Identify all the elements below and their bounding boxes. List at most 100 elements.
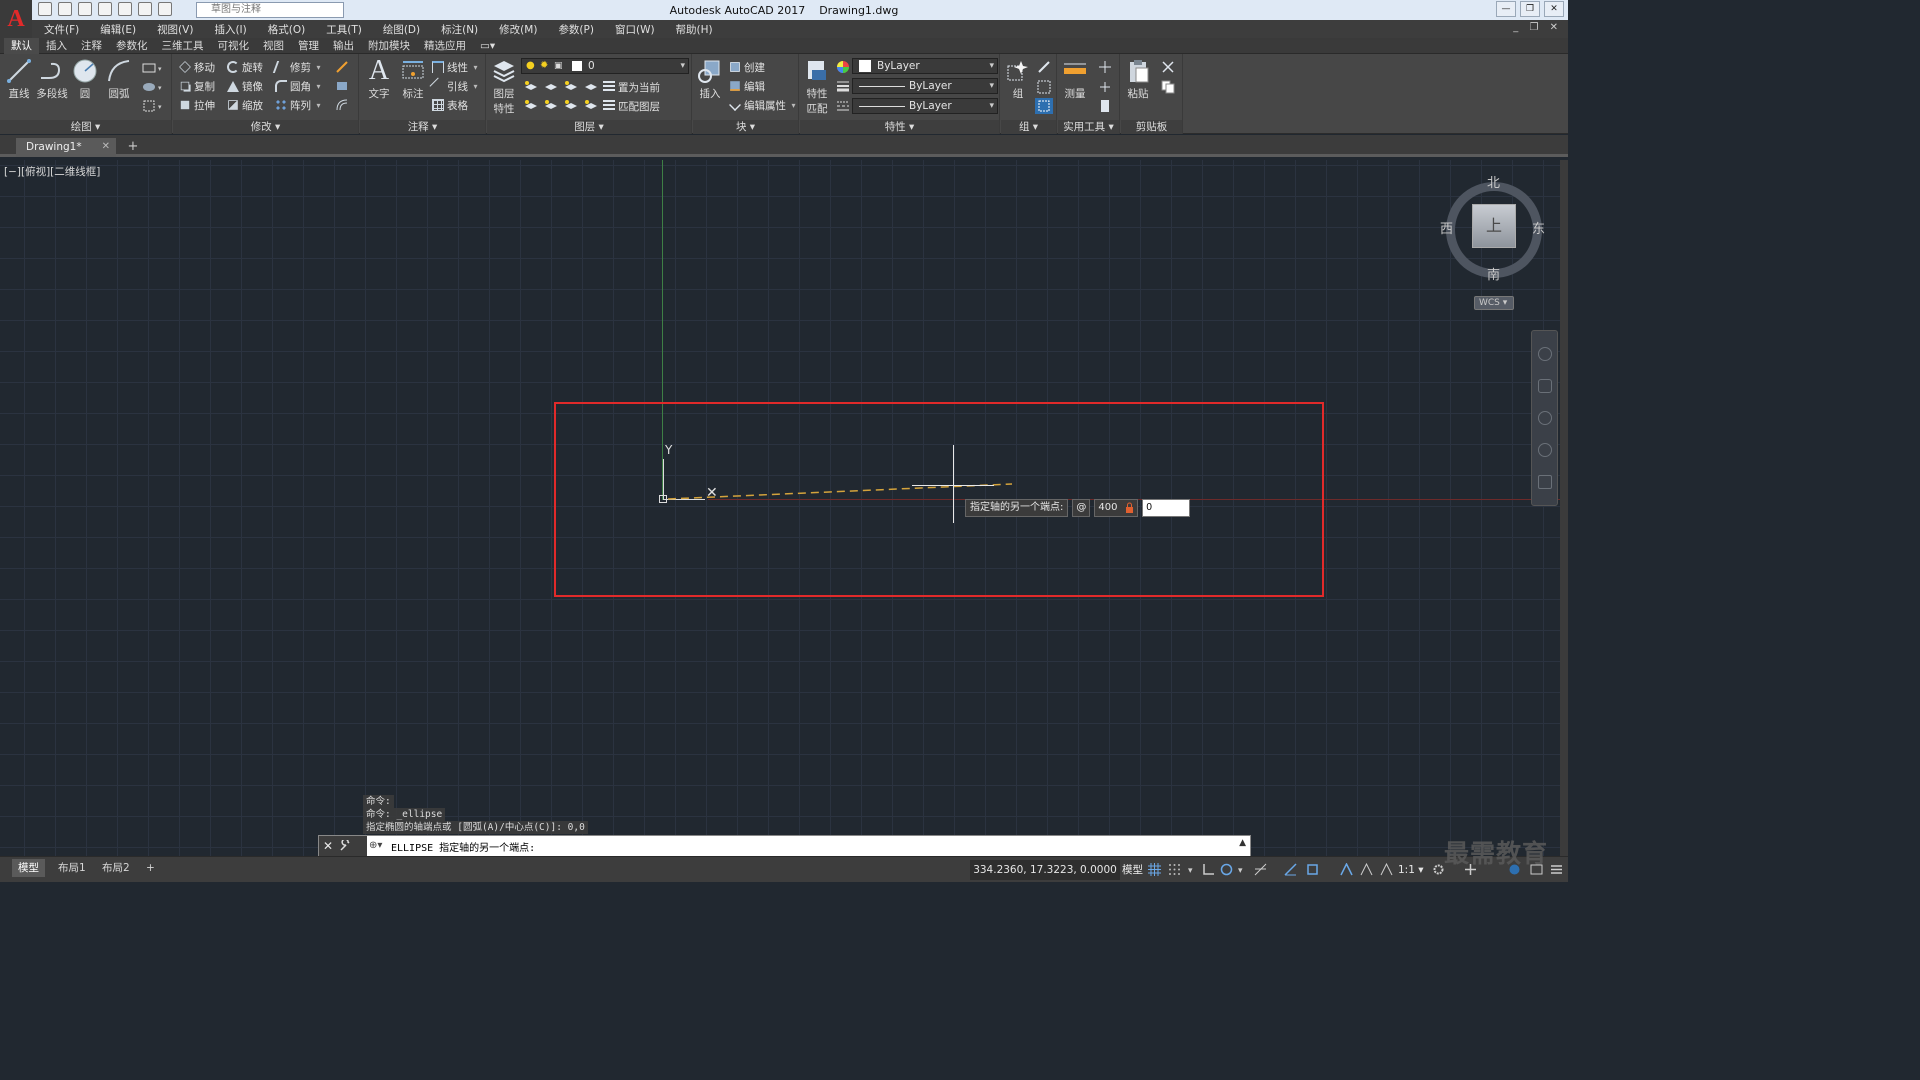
layer-properties-button[interactable]: 图层 特性	[489, 58, 519, 116]
point-style-icon[interactable]	[1098, 80, 1112, 94]
array-button[interactable]: 阵列 ▾	[275, 97, 321, 113]
stretch-button[interactable]: 拉伸	[179, 97, 215, 113]
menu-help[interactable]: 帮助(H)	[664, 22, 722, 37]
tab-output[interactable]: 输出	[326, 38, 361, 54]
copy-clip-icon[interactable]	[1161, 80, 1175, 94]
distance-input[interactable]: 400	[1094, 499, 1139, 517]
application-menu-button[interactable]: A	[0, 0, 32, 38]
copy-button[interactable]: 复制	[179, 78, 215, 94]
menu-draw[interactable]: 绘图(D)	[371, 22, 429, 37]
annotation-visibility-icon[interactable]	[1340, 863, 1353, 876]
ortho-icon[interactable]	[1202, 863, 1215, 876]
erase-icon[interactable]	[335, 60, 349, 74]
menu-file[interactable]: 文件(F)	[32, 22, 88, 37]
save-icon[interactable]	[78, 2, 92, 16]
cut-icon[interactable]	[1161, 60, 1175, 74]
linetype-dropdown[interactable]: ByLayer	[852, 98, 998, 114]
workspace-dropdown[interactable]: 草图与注释	[196, 2, 344, 18]
expand-history-icon[interactable]: ▲	[1239, 838, 1246, 848]
panel-clipboard-title[interactable]: 剪贴板	[1121, 120, 1182, 134]
edit-attributes-button[interactable]: 编辑属性 ▾	[729, 97, 796, 113]
polyline-button[interactable]: 多段线	[36, 58, 68, 101]
color-dropdown[interactable]: ByLayer	[852, 58, 998, 74]
polar-tracking-icon[interactable]	[1220, 863, 1233, 876]
color-wheel-icon[interactable]	[836, 60, 850, 74]
set-current-layer-button[interactable]: 置为当前	[603, 79, 660, 95]
paste-button[interactable]: 粘贴	[1123, 58, 1153, 101]
menu-edit[interactable]: 编辑(E)	[88, 22, 145, 37]
linear-dim-button[interactable]: 线性 ▾	[432, 59, 478, 75]
osnap-tracking-icon[interactable]	[1284, 863, 1297, 876]
polar-dropdown-icon[interactable]: ▾	[1236, 863, 1249, 876]
close-tab-icon[interactable]: ✕	[102, 138, 110, 156]
panel-properties-title[interactable]: 特性 ▾	[800, 120, 999, 134]
menu-view[interactable]: 视图(V)	[145, 22, 202, 37]
auto-scale-icon[interactable]	[1360, 863, 1373, 876]
command-line-grip[interactable]: ✕	[319, 836, 367, 856]
arc-button[interactable]: 圆弧	[104, 58, 134, 101]
layer-dropdown[interactable]: ● ✹ ▣ 0	[521, 58, 689, 74]
linear-dropdown-icon[interactable]: ▾	[471, 63, 478, 72]
tab-parametric[interactable]: 参数化	[109, 38, 155, 54]
compass-east[interactable]: 东	[1532, 218, 1545, 237]
coordinate-display[interactable]: 334.2360, 17.3223, 0.0000	[970, 860, 1120, 880]
rotate-button[interactable]: 旋转	[227, 59, 263, 75]
close-button[interactable]: ✕	[1544, 1, 1564, 17]
circle-button[interactable]: 圆	[70, 58, 100, 101]
tab-addins[interactable]: 附加模块	[361, 38, 417, 54]
add-layout-button[interactable]: +	[140, 859, 161, 877]
pan-icon[interactable]	[1538, 379, 1552, 393]
ungroup-icon[interactable]	[1037, 60, 1051, 74]
orbit-icon[interactable]	[1538, 443, 1552, 457]
text-button[interactable]: A 文字	[364, 57, 394, 101]
layer-tools-row2-icon[interactable]	[523, 98, 597, 114]
panel-groups-title[interactable]: 组 ▾	[1001, 120, 1056, 134]
table-button[interactable]: 表格	[432, 97, 468, 113]
minimize-button[interactable]: —	[1496, 1, 1516, 17]
group-edit-icon[interactable]	[1037, 80, 1051, 94]
mirror-button[interactable]: 镜像	[227, 78, 263, 94]
group-button[interactable]: 组	[1003, 58, 1033, 101]
recent-commands-icon[interactable]: ⊕▾	[369, 840, 382, 851]
fillet-dropdown-icon[interactable]: ▾	[314, 82, 321, 91]
command-line[interactable]: ✕ ⊕▾ ELLIPSE 指定轴的另一个端点: ▲	[318, 835, 1251, 857]
ribbon-options-icon[interactable]: ▭▾	[473, 38, 502, 54]
panel-modify-title[interactable]: 修改 ▾	[173, 120, 358, 134]
dimension-button[interactable]: 标注	[398, 58, 428, 101]
insert-block-button[interactable]: 插入	[695, 58, 725, 101]
tab-annotate[interactable]: 注释	[74, 38, 109, 54]
print-icon[interactable]	[118, 2, 132, 16]
menu-window[interactable]: 窗口(W)	[603, 22, 664, 37]
model-space-button[interactable]: 模型	[1122, 860, 1143, 880]
snap-icon[interactable]	[1168, 863, 1181, 876]
array-dropdown-icon[interactable]: ▾	[314, 101, 321, 110]
boundary-icon[interactable]: ▾	[142, 100, 164, 112]
lineweight-icon[interactable]	[836, 80, 850, 92]
compass-north[interactable]: 北	[1487, 172, 1500, 191]
panel-layers-title[interactable]: 图层 ▾	[487, 120, 691, 134]
relative-coord-toggle[interactable]: @	[1072, 499, 1091, 517]
tab-layout2[interactable]: 布局2	[96, 859, 136, 877]
fillet-button[interactable]: 圆角 ▾	[275, 78, 321, 94]
explode-icon[interactable]	[335, 79, 349, 93]
isodraft-icon[interactable]	[1254, 863, 1267, 876]
viewcube-top-face[interactable]: 上	[1472, 204, 1516, 248]
annotation-scale-icon[interactable]	[1380, 863, 1393, 876]
match-layer-button[interactable]: 匹配图层	[603, 98, 660, 114]
trim-dropdown-icon[interactable]: ▾	[314, 63, 321, 72]
steering-wheel-icon[interactable]	[1538, 347, 1552, 361]
id-point-icon[interactable]	[1098, 60, 1112, 74]
angle-input[interactable]: 0	[1142, 499, 1191, 517]
lineweight-dropdown[interactable]: ByLayer	[852, 78, 998, 94]
tab-featured-apps[interactable]: 精选应用	[417, 38, 473, 54]
tab-insert[interactable]: 插入	[39, 38, 74, 54]
hatch-icon[interactable]: ▾	[142, 81, 164, 93]
menu-modify[interactable]: 修改(M)	[487, 22, 546, 37]
document-window-controls[interactable]: _ ❐ ✕	[1513, 22, 1562, 33]
customize-menu-icon[interactable]	[1550, 863, 1563, 876]
tab-layout1[interactable]: 布局1	[52, 859, 92, 877]
calculator-icon[interactable]	[1098, 99, 1112, 113]
open-file-icon[interactable]	[58, 2, 72, 16]
panel-block-title[interactable]: 块 ▾	[693, 120, 798, 134]
leader-dropdown-icon[interactable]: ▾	[471, 82, 478, 91]
